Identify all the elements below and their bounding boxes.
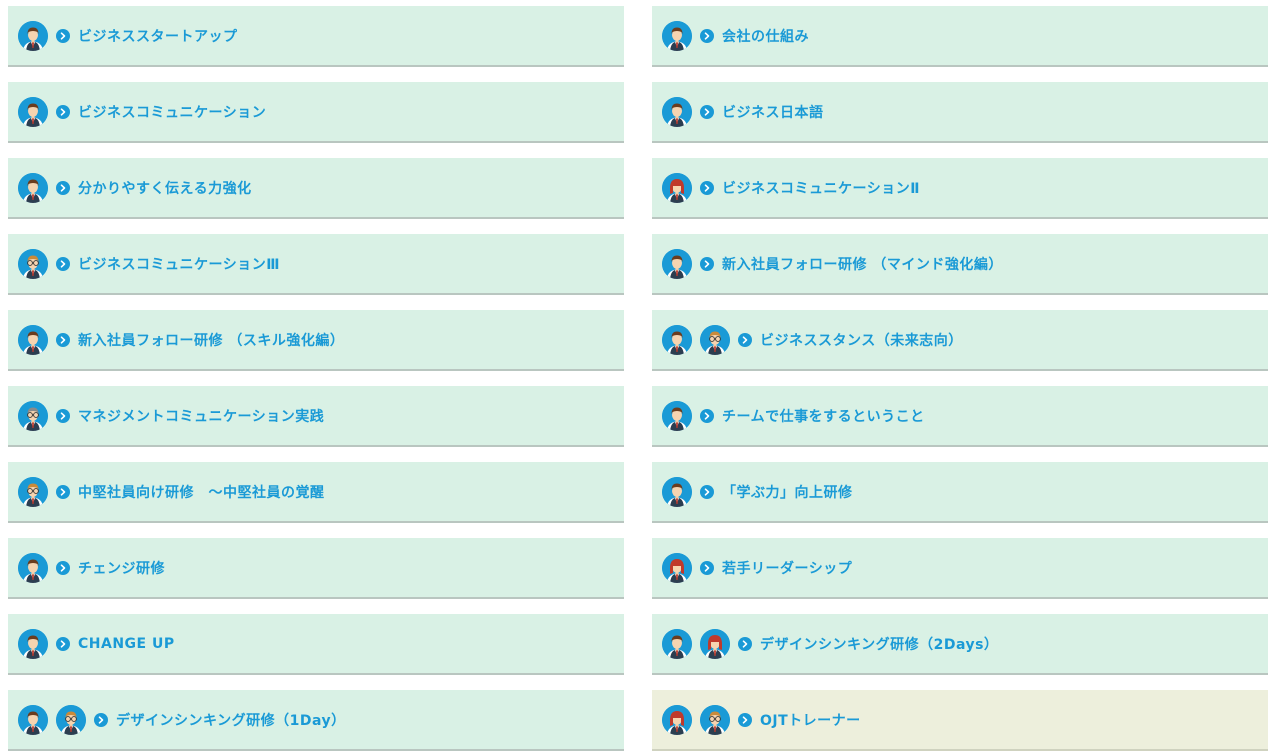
chevron-right-icon [738,332,752,347]
course-card[interactable]: 会社の仕組み [652,6,1268,67]
instructor-avatar-icon [56,704,86,735]
instructor-avatar-icon [662,248,692,279]
instructor-avatar-icon [18,20,48,51]
course-title-link[interactable]: ビジネスコミュニケーション [78,102,266,122]
instructor-avatar-icon [700,704,730,735]
instructor-avatar-icon [662,552,692,583]
course-card[interactable]: ビジネススタートアップ [8,6,624,67]
chevron-right-icon [56,256,70,271]
course-card[interactable]: ビジネススタンス（未来志向） [652,310,1268,371]
course-card[interactable]: ビジネスコミュニケーションⅢ [8,234,624,295]
training-course-grid: ビジネススタートアップ 会社の仕組み ビジネスコミュニケーション ビジネス日本語 [8,6,1268,751]
chevron-right-icon [700,408,714,423]
instructor-avatar-icon [18,704,48,735]
chevron-right-icon [700,28,714,43]
instructor-avatar-icon [700,324,730,355]
course-card[interactable]: OJTトレーナー [652,690,1268,751]
course-card[interactable]: ビジネスコミュニケーションⅡ [652,158,1268,219]
chevron-right-icon [56,560,70,575]
course-title-link[interactable]: ビジネス日本語 [722,102,824,122]
course-title-link[interactable]: 新入社員フォロー研修 （マインド強化編） [722,254,1003,274]
course-card[interactable]: 新入社員フォロー研修 （マインド強化編） [652,234,1268,295]
course-card[interactable]: ビジネスコミュニケーション [8,82,624,143]
chevron-right-icon [700,180,714,195]
course-title-link[interactable]: 新入社員フォロー研修 （スキル強化編） [78,330,344,350]
course-title-link[interactable]: ビジネスコミュニケーションⅢ [78,254,280,274]
course-card[interactable]: デザインシンキング研修（2Days） [652,614,1268,675]
course-title-link[interactable]: チェンジ研修 [78,558,165,578]
chevron-right-icon [56,636,70,651]
chevron-right-icon [56,104,70,119]
course-title-link[interactable]: 若手リーダーシップ [722,558,852,578]
chevron-right-icon [738,636,752,651]
course-card[interactable]: ビジネス日本語 [652,82,1268,143]
course-title-link[interactable]: 「学ぶ力」向上研修 [722,482,853,502]
course-title-link[interactable]: 会社の仕組み [722,26,809,46]
course-card[interactable]: 若手リーダーシップ [652,538,1268,599]
instructor-avatar-icon [18,400,48,431]
course-card[interactable]: 新入社員フォロー研修 （スキル強化編） [8,310,624,371]
chevron-right-icon [700,560,714,575]
chevron-right-icon [56,28,70,43]
course-card[interactable]: 分かりやすく伝える力強化 [8,158,624,219]
course-card[interactable]: デザインシンキング研修（1Day） [8,690,624,751]
course-card[interactable]: マネジメントコミュニケーション実践 [8,386,624,447]
instructor-avatar-icon [662,704,692,735]
course-title-link[interactable]: 中堅社員向け研修 ～中堅社員の覚醒 [78,482,325,502]
chevron-right-icon [94,712,108,727]
instructor-avatar-icon [700,628,730,659]
chevron-right-icon [56,332,70,347]
instructor-avatar-icon [662,96,692,127]
instructor-avatar-icon [662,172,692,203]
instructor-avatar-icon [18,476,48,507]
instructor-avatar-icon [18,96,48,127]
course-title-link[interactable]: 分かりやすく伝える力強化 [78,178,252,198]
course-card[interactable]: 「学ぶ力」向上研修 [652,462,1268,523]
course-card[interactable]: チームで仕事をするということ [652,386,1268,447]
course-title-link[interactable]: ビジネススタンス（未来志向） [760,330,963,350]
instructor-avatar-icon [18,628,48,659]
course-card[interactable]: 中堅社員向け研修 ～中堅社員の覚醒 [8,462,624,523]
chevron-right-icon [738,712,752,727]
course-title-link[interactable]: ビジネスコミュニケーションⅡ [722,178,920,198]
instructor-avatar-icon [662,400,692,431]
instructor-avatar-icon [662,476,692,507]
instructor-avatar-icon [662,324,692,355]
instructor-avatar-icon [18,172,48,203]
instructor-avatar-icon [18,248,48,279]
course-card[interactable]: チェンジ研修 [8,538,624,599]
course-title-link[interactable]: ビジネススタートアップ [78,26,238,46]
instructor-avatar-icon [662,20,692,51]
course-card[interactable]: CHANGE UP [8,614,624,675]
course-title-link[interactable]: マネジメントコミュニケーション実践 [78,406,324,426]
chevron-right-icon [56,180,70,195]
course-title-link[interactable]: デザインシンキング研修（2Days） [760,634,998,654]
course-title-link[interactable]: CHANGE UP [78,636,175,652]
course-title-link[interactable]: OJTトレーナー [760,710,861,730]
chevron-right-icon [700,484,714,499]
chevron-right-icon [700,256,714,271]
instructor-avatar-icon [18,324,48,355]
chevron-right-icon [56,408,70,423]
chevron-right-icon [700,104,714,119]
instructor-avatar-icon [18,552,48,583]
course-title-link[interactable]: チームで仕事をするということ [722,406,925,426]
chevron-right-icon [56,484,70,499]
instructor-avatar-icon [662,628,692,659]
course-title-link[interactable]: デザインシンキング研修（1Day） [116,710,346,730]
